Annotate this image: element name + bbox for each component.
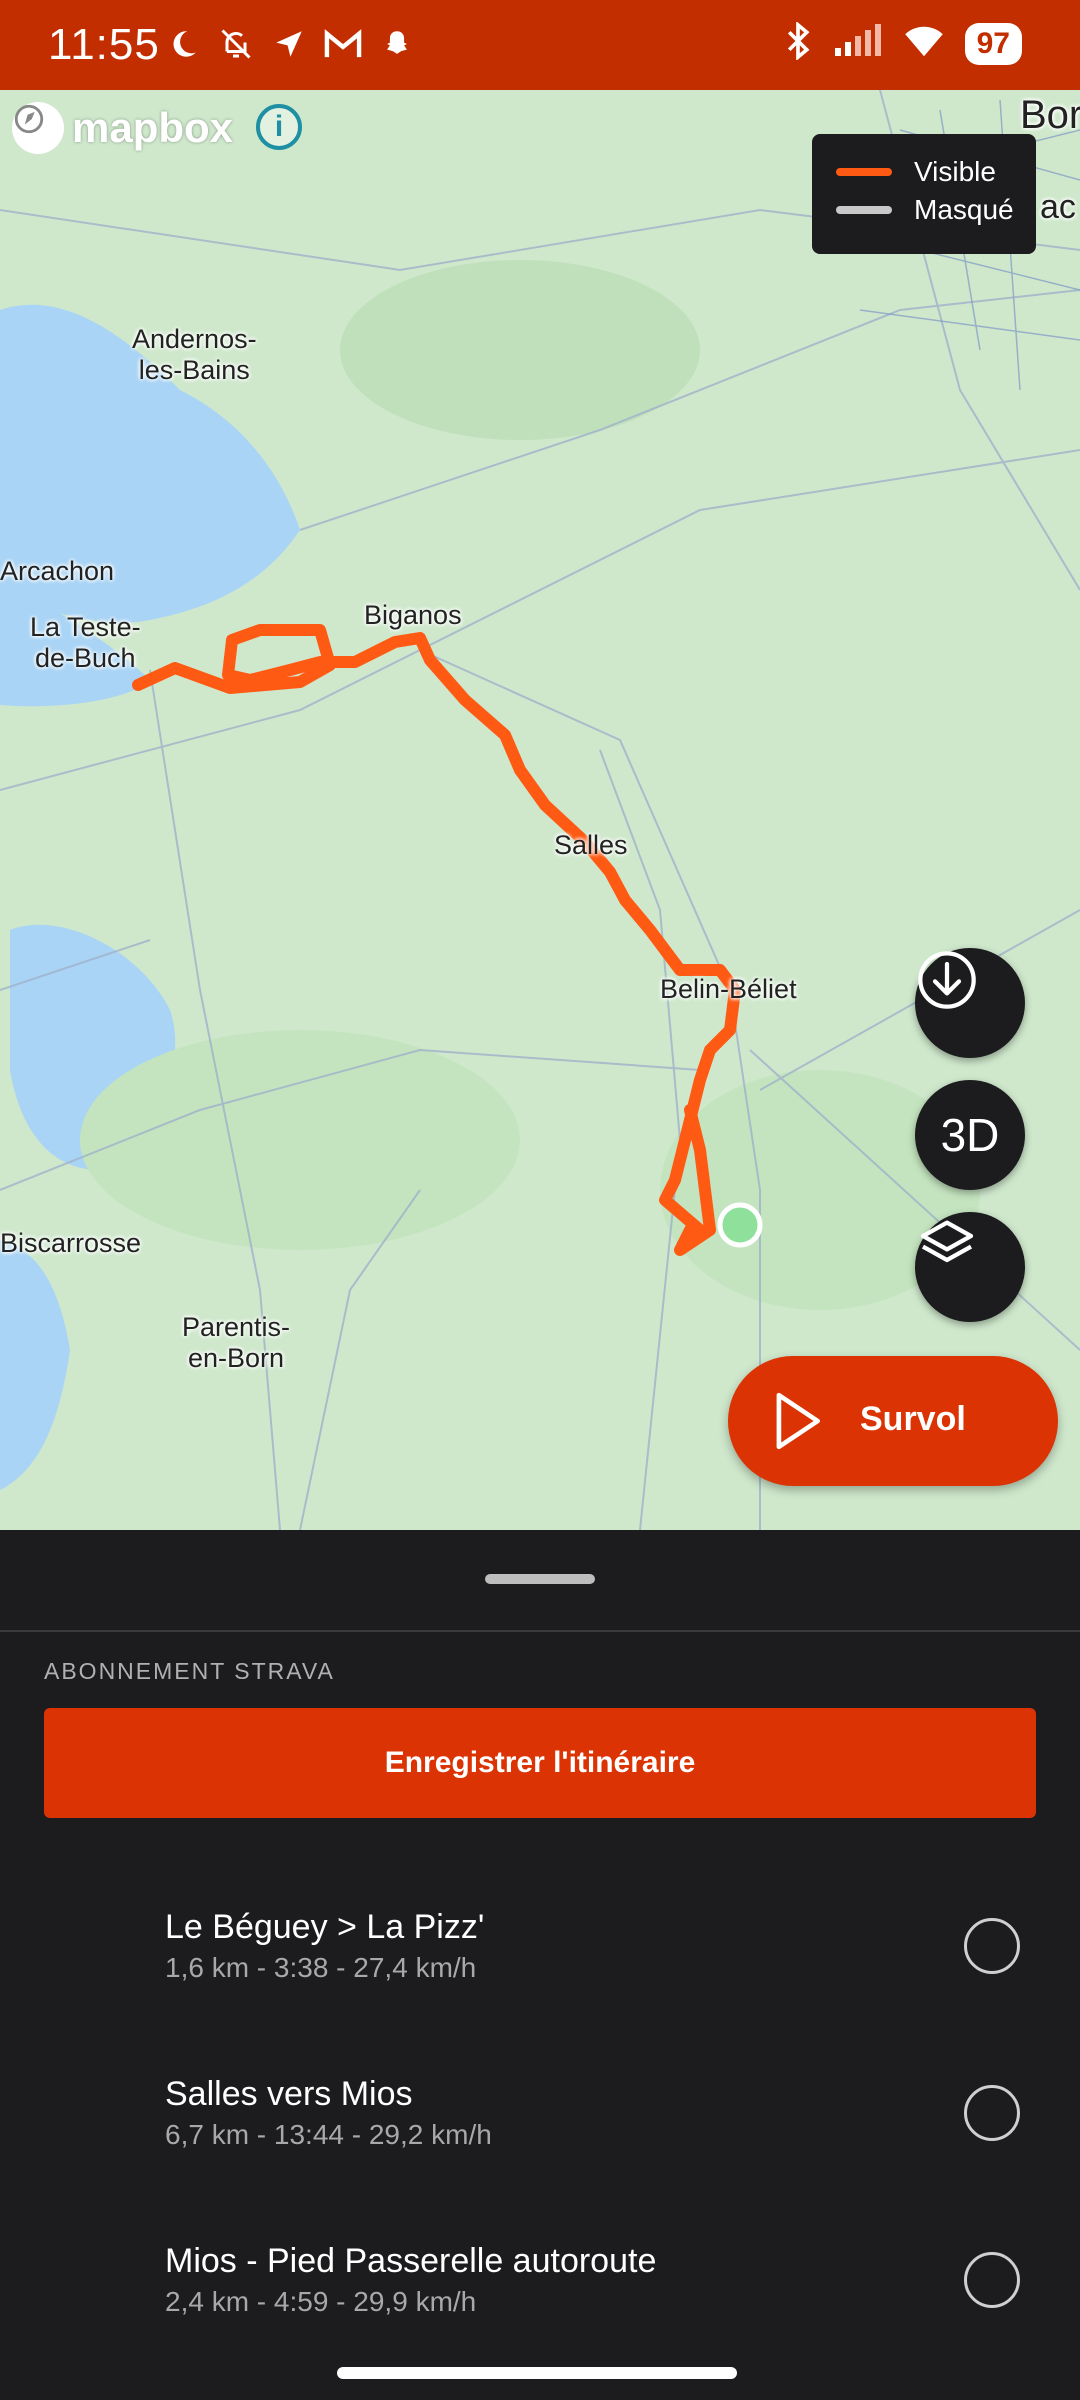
moon-icon bbox=[166, 27, 200, 66]
legend-visible-label: Visible bbox=[914, 156, 996, 187]
legend-hidden-swatch bbox=[836, 206, 892, 214]
route-title: Mios - Pied Passerelle autoroute bbox=[165, 2242, 657, 2280]
status-icons-right: 97 bbox=[783, 21, 1022, 65]
route-item-2[interactable]: Salles vers Mios 6,7 km - 13:44 - 29,2 k… bbox=[0, 2067, 1080, 2187]
town-bordeaux-partial: Bor bbox=[1020, 93, 1080, 137]
3d-label: 3D bbox=[940, 1109, 1000, 1161]
layers-button[interactable] bbox=[915, 1212, 1025, 1322]
town-parentis: Parentis- en-Born bbox=[182, 1312, 291, 1373]
bottom-sheet: ABONNEMENT STRAVA Enregistrer l'itinérai… bbox=[0, 1530, 1080, 2400]
status-icons-left bbox=[166, 26, 414, 67]
town-salles: Salles bbox=[554, 830, 628, 860]
route-stats: 2,4 km - 4:59 - 29,9 km/h bbox=[165, 2286, 477, 2317]
section-label: ABONNEMENT STRAVA bbox=[44, 1658, 335, 1684]
route-select-radio[interactable] bbox=[964, 2085, 1020, 2141]
wifi-icon bbox=[903, 24, 945, 63]
legend-hidden-label: Masqué bbox=[914, 194, 1014, 225]
sheet-drag-handle[interactable] bbox=[485, 1574, 595, 1584]
town-belin-beliet: Belin-Béliet bbox=[660, 974, 797, 1004]
current-location-dot bbox=[717, 1202, 763, 1248]
legend-hidden: Masqué bbox=[836, 194, 1014, 226]
mapbox-label: mapbox bbox=[72, 104, 234, 151]
mapbox-logo: mapbox bbox=[12, 102, 233, 154]
bluetooth-icon bbox=[783, 21, 813, 65]
bell-off-icon bbox=[218, 26, 254, 67]
download-button[interactable] bbox=[915, 948, 1025, 1058]
legend-visible-swatch bbox=[836, 168, 892, 176]
home-indicator[interactable] bbox=[337, 2367, 737, 2379]
route-title: Le Béguey > La Pizz' bbox=[165, 1908, 485, 1946]
snapchat-icon bbox=[380, 27, 414, 66]
map-view[interactable]: mapbox i Visible Masqué Andernos- les-Ba… bbox=[0, 90, 1080, 1530]
route-select-radio[interactable] bbox=[964, 2252, 1020, 2308]
signal-icon bbox=[833, 24, 883, 63]
legend-visible: Visible bbox=[836, 156, 996, 188]
town-la-teste: La Teste- de-Buch bbox=[30, 612, 141, 673]
route-stats: 1,6 km - 3:38 - 27,4 km/h bbox=[165, 1952, 477, 1983]
battery-icon: 97 bbox=[964, 22, 1022, 65]
flyover-label: Survol bbox=[860, 1400, 966, 1438]
info-icon: i bbox=[274, 110, 284, 143]
location-arrow-icon bbox=[272, 27, 306, 66]
forest-patch bbox=[80, 1030, 520, 1250]
route-item-1[interactable]: Le Béguey > La Pizz' 1,6 km - 3:38 - 27,… bbox=[0, 1900, 1080, 2020]
3d-toggle-button[interactable]: 3D bbox=[915, 1080, 1025, 1190]
status-time: 11:55 bbox=[48, 20, 160, 69]
route-legend: Visible Masqué bbox=[812, 134, 1036, 254]
town-biscarrosse: Biscarrosse bbox=[0, 1228, 142, 1258]
save-route-button[interactable]: Enregistrer l'itinéraire bbox=[44, 1708, 1036, 1818]
gmail-icon bbox=[324, 27, 362, 66]
route-select-radio[interactable] bbox=[964, 1918, 1020, 1974]
town-andernos: Andernos- les-Bains bbox=[132, 324, 257, 385]
forest-patch bbox=[340, 260, 700, 440]
town-biganos: Biganos bbox=[364, 600, 462, 630]
town-merignac-partial: ac bbox=[1040, 188, 1076, 226]
route-title: Salles vers Mios bbox=[165, 2075, 413, 2113]
sheet-divider bbox=[0, 1630, 1080, 1632]
info-button[interactable]: i bbox=[256, 104, 302, 150]
route-item-3[interactable]: Mios - Pied Passerelle autoroute 2,4 km … bbox=[0, 2234, 1080, 2354]
flyover-button[interactable]: Survol bbox=[728, 1356, 1058, 1486]
route-stats: 6,7 km - 13:44 - 29,2 km/h bbox=[165, 2119, 492, 2150]
status-bar: 11:55 97 bbox=[0, 0, 1080, 90]
mapbox-logo-icon bbox=[12, 102, 64, 154]
lake-parentis bbox=[0, 1240, 70, 1490]
town-arcachon: Arcachon bbox=[0, 556, 115, 586]
map-canvas bbox=[0, 90, 1080, 1530]
